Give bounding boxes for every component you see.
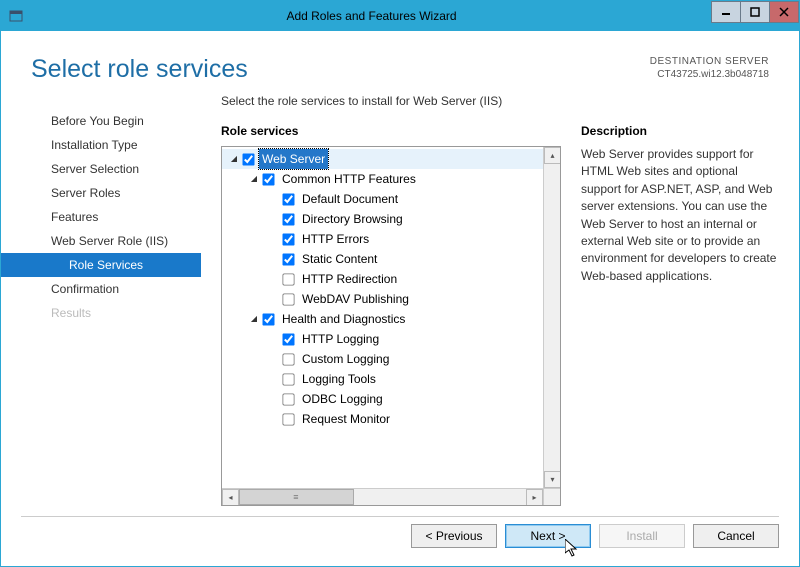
destination-info: DESTINATION SERVER CT43725.wi12.3b048718 bbox=[650, 55, 769, 84]
sidebar-step-web-server-role-iis-[interactable]: Web Server Role (IIS) bbox=[1, 229, 201, 253]
tree-row[interactable]: Directory Browsing bbox=[222, 209, 543, 229]
description-column: Description Web Server provides support … bbox=[581, 124, 779, 506]
tree-item-label[interactable]: Static Content bbox=[299, 249, 380, 269]
tree-checkbox[interactable] bbox=[282, 353, 294, 365]
page-title: Select role services bbox=[31, 55, 650, 84]
tree-row[interactable]: HTTP Redirection bbox=[222, 269, 543, 289]
tree-item-label[interactable]: ODBC Logging bbox=[299, 389, 386, 409]
footer: < Previous Next > Install Cancel bbox=[1, 506, 799, 566]
tree-row[interactable]: ◢ Health and Diagnostics bbox=[222, 309, 543, 329]
tree-item-label[interactable]: Custom Logging bbox=[299, 349, 392, 369]
header-area: Select role services DESTINATION SERVER … bbox=[1, 31, 799, 94]
scroll-up-icon[interactable]: ▴ bbox=[544, 147, 560, 164]
minimize-button[interactable] bbox=[711, 1, 741, 23]
wizard-body: Select role services DESTINATION SERVER … bbox=[1, 31, 799, 566]
tree-row[interactable]: ODBC Logging bbox=[222, 389, 543, 409]
tree-checkbox[interactable] bbox=[282, 393, 294, 405]
scroll-right-icon[interactable]: ▸ bbox=[526, 489, 543, 506]
hscroll-track[interactable]: ≡ bbox=[239, 489, 526, 505]
tree-item-label[interactable]: Default Document bbox=[299, 189, 401, 209]
role-services-tree-box: ◢Web Server◢Common HTTP FeaturesDefault … bbox=[221, 146, 561, 506]
titlebar: Add Roles and Features Wizard bbox=[1, 1, 799, 31]
role-services-tree[interactable]: ◢Web Server◢Common HTTP FeaturesDefault … bbox=[222, 147, 543, 488]
sidebar-step-server-selection[interactable]: Server Selection bbox=[1, 157, 201, 181]
tree-row[interactable]: HTTP Logging bbox=[222, 329, 543, 349]
tree-row[interactable]: Request Monitor bbox=[222, 409, 543, 429]
previous-button[interactable]: < Previous bbox=[411, 524, 497, 548]
role-services-column: Role services ◢Web Server◢Common HTTP Fe… bbox=[221, 124, 561, 506]
tree-item-label[interactable]: Health and Diagnostics bbox=[279, 309, 408, 329]
collapse-icon[interactable]: ◢ bbox=[248, 309, 260, 329]
tree-item-label[interactable]: Common HTTP Features bbox=[279, 169, 419, 189]
tree-item-label[interactable]: HTTP Redirection bbox=[299, 269, 400, 289]
instruction-text: Select the role services to install for … bbox=[221, 94, 779, 108]
scroll-left-icon[interactable]: ◂ bbox=[222, 489, 239, 506]
wizard-window: Add Roles and Features Wizard Select rol… bbox=[0, 0, 800, 567]
window-title: Add Roles and Features Wizard bbox=[31, 9, 712, 23]
tree-checkbox[interactable] bbox=[282, 273, 294, 285]
collapse-icon[interactable]: ◢ bbox=[248, 169, 260, 189]
sidebar-step-features[interactable]: Features bbox=[1, 205, 201, 229]
tree-row[interactable]: Default Document bbox=[222, 189, 543, 209]
description-label: Description bbox=[581, 124, 779, 138]
tree-item-label[interactable]: HTTP Errors bbox=[299, 229, 372, 249]
vertical-scrollbar[interactable]: ▴ ▾ bbox=[543, 147, 560, 488]
description-text: Web Server provides support for HTML Web… bbox=[581, 146, 779, 285]
tree-item-label[interactable]: Directory Browsing bbox=[299, 209, 406, 229]
maximize-button[interactable] bbox=[740, 1, 770, 23]
sidebar-step-installation-type[interactable]: Installation Type bbox=[1, 133, 201, 157]
tree-row[interactable]: Logging Tools bbox=[222, 369, 543, 389]
sidebar-step-before-you-begin[interactable]: Before You Begin bbox=[1, 109, 201, 133]
sidebar-step-confirmation[interactable]: Confirmation bbox=[1, 277, 201, 301]
tree-row[interactable]: Static Content bbox=[222, 249, 543, 269]
tree-item-label[interactable]: Logging Tools bbox=[299, 369, 379, 389]
tree-checkbox[interactable] bbox=[282, 293, 294, 305]
tree-checkbox[interactable] bbox=[262, 173, 274, 185]
close-button[interactable] bbox=[769, 1, 799, 23]
content-columns: Role services ◢Web Server◢Common HTTP Fe… bbox=[221, 124, 779, 506]
scroll-down-icon[interactable]: ▾ bbox=[544, 471, 560, 488]
install-button[interactable]: Install bbox=[599, 524, 685, 548]
tree-row[interactable]: WebDAV Publishing bbox=[222, 289, 543, 309]
next-button[interactable]: Next > bbox=[505, 524, 591, 548]
cancel-button[interactable]: Cancel bbox=[693, 524, 779, 548]
tree-checkbox[interactable] bbox=[282, 193, 294, 205]
tree-checkbox[interactable] bbox=[282, 233, 294, 245]
tree-item-label[interactable]: HTTP Logging bbox=[299, 329, 382, 349]
main-area: Before You BeginInstallation TypeServer … bbox=[1, 94, 799, 506]
tree-item-label[interactable]: Web Server bbox=[259, 149, 328, 169]
wizard-icon bbox=[1, 9, 31, 23]
tree-item-label[interactable]: Request Monitor bbox=[299, 409, 393, 429]
tree-row[interactable]: ◢ Web Server bbox=[222, 149, 543, 169]
sidebar: Before You BeginInstallation TypeServer … bbox=[1, 94, 201, 506]
tree-checkbox[interactable] bbox=[282, 333, 294, 345]
tree-checkbox[interactable] bbox=[282, 213, 294, 225]
tree-row[interactable]: HTTP Errors bbox=[222, 229, 543, 249]
vscroll-track[interactable] bbox=[544, 164, 560, 471]
window-controls bbox=[712, 1, 799, 23]
collapse-icon[interactable]: ◢ bbox=[228, 149, 240, 169]
tree-item-label[interactable]: WebDAV Publishing bbox=[299, 289, 412, 309]
tree-checkbox[interactable] bbox=[282, 373, 294, 385]
scroll-corner bbox=[543, 489, 560, 505]
tree-checkbox[interactable] bbox=[262, 313, 274, 325]
tree-scroll-area: ◢Web Server◢Common HTTP FeaturesDefault … bbox=[222, 147, 560, 488]
content-area: Select the role services to install for … bbox=[201, 94, 799, 506]
destination-value: CT43725.wi12.3b048718 bbox=[650, 68, 769, 81]
tree-checkbox[interactable] bbox=[242, 153, 254, 165]
horizontal-scrollbar[interactable]: ◂ ≡ ▸ bbox=[222, 488, 560, 505]
destination-label: DESTINATION SERVER bbox=[650, 55, 769, 68]
sidebar-step-role-services[interactable]: Role Services bbox=[1, 253, 201, 277]
tree-checkbox[interactable] bbox=[282, 253, 294, 265]
role-services-label: Role services bbox=[221, 124, 561, 138]
tree-row[interactable]: ◢ Common HTTP Features bbox=[222, 169, 543, 189]
sidebar-step-results: Results bbox=[1, 301, 201, 325]
tree-checkbox[interactable] bbox=[282, 413, 294, 425]
tree-row[interactable]: Custom Logging bbox=[222, 349, 543, 369]
hscroll-thumb[interactable]: ≡ bbox=[239, 489, 354, 505]
sidebar-step-server-roles[interactable]: Server Roles bbox=[1, 181, 201, 205]
